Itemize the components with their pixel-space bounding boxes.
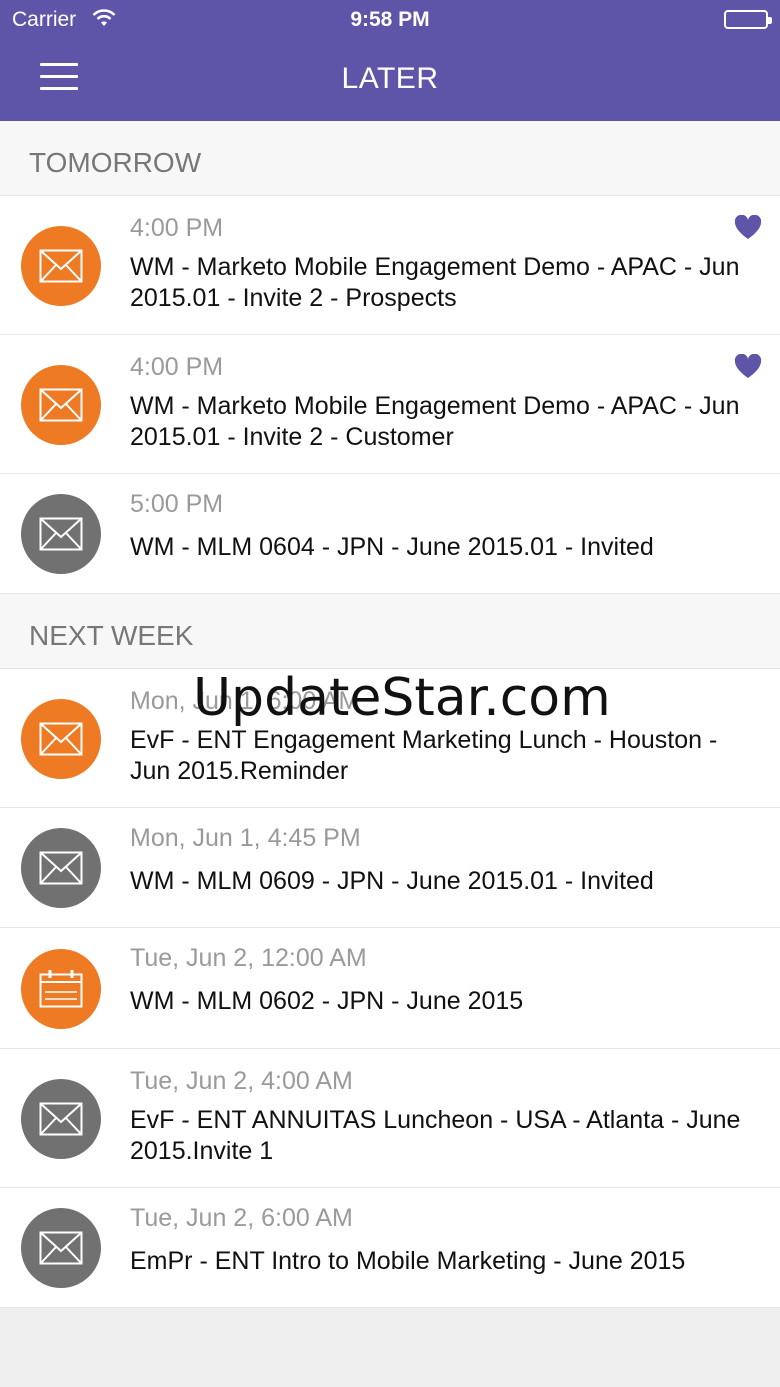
item-time: Tue, Jun 2, 12:00 AM [130,944,367,972]
item-title: EvF - ENT Engagement Marketing Lunch - H… [130,726,718,785]
list-item[interactable]: Mon, Jun 1, 4:45 PM WM - MLM 0609 - JPN -… [0,808,780,928]
item-time: Tue, Jun 2, 4:00 AM [130,1067,353,1095]
list-item[interactable]: 4:00 PM WM - Marketo Mobile Engagement De… [0,196,780,335]
section-header: TOMORROW [0,121,780,196]
section-header: NEXT WEEK [0,594,780,669]
item-title: EmPr - ENT Intro to Mobile Marketing - J… [130,1247,686,1275]
calendar-icon [21,949,101,1029]
envelope-icon [21,699,101,779]
item-time: 4:00 PM [130,353,224,381]
heart-icon[interactable] [734,353,762,384]
list-item[interactable]: Tue, Jun 2, 6:00 AM EmPr - ENT Intro to M… [0,1188,780,1308]
status-bar: Carrier 9:58 PM [0,0,780,40]
item-title: WM - Marketo Mobile Engagement Demo - AP… [130,392,740,451]
item-title: WM - MLM 0602 - JPN - June 2015 [130,987,524,1015]
battery-icon [724,10,772,29]
list-item[interactable]: Tue, Jun 2, 12:00 AM WM - MLM 0602 - JPN … [0,928,780,1049]
item-time: 4:00 PM [130,214,224,242]
watermark-text: UpdateStar.com [193,668,611,728]
item-time: Mon, Jun 1, 4:45 PM [130,824,361,852]
list-item[interactable]: Tue, Jun 2, 4:00 AM EvF - ENT ANNUITAS Lu… [0,1049,780,1188]
envelope-icon [21,828,101,908]
envelope-icon [21,1079,101,1159]
list-item[interactable]: 4:00 PM WM - Marketo Mobile Engagement De… [0,335,780,474]
navigation-bar: Carrier 9:58 PM LATER [0,0,780,121]
envelope-icon [21,494,101,574]
item-title: WM - Marketo Mobile Engagement Demo - AP… [130,253,740,312]
empty-area [0,1308,780,1387]
page-title: LATER [341,62,439,95]
item-title: WM - MLM 0609 - JPN - June 2015.01 - Inv… [130,867,654,895]
item-title: EvF - ENT ANNUITAS Luncheon - USA - Atla… [130,1106,741,1165]
item-time: 5:00 PM [130,490,224,518]
status-time: 9:58 PM [350,8,430,31]
item-title: WM - MLM 0604 - JPN - June 2015.01 - Inv… [130,533,654,561]
item-time: Tue, Jun 2, 6:00 AM [130,1204,353,1232]
heart-icon[interactable] [734,214,762,245]
envelope-icon [21,1208,101,1288]
envelope-icon [21,365,101,445]
list-item[interactable]: 5:00 PM WM - MLM 0604 - JPN - June 2015.0… [0,474,780,594]
envelope-icon [21,226,101,306]
